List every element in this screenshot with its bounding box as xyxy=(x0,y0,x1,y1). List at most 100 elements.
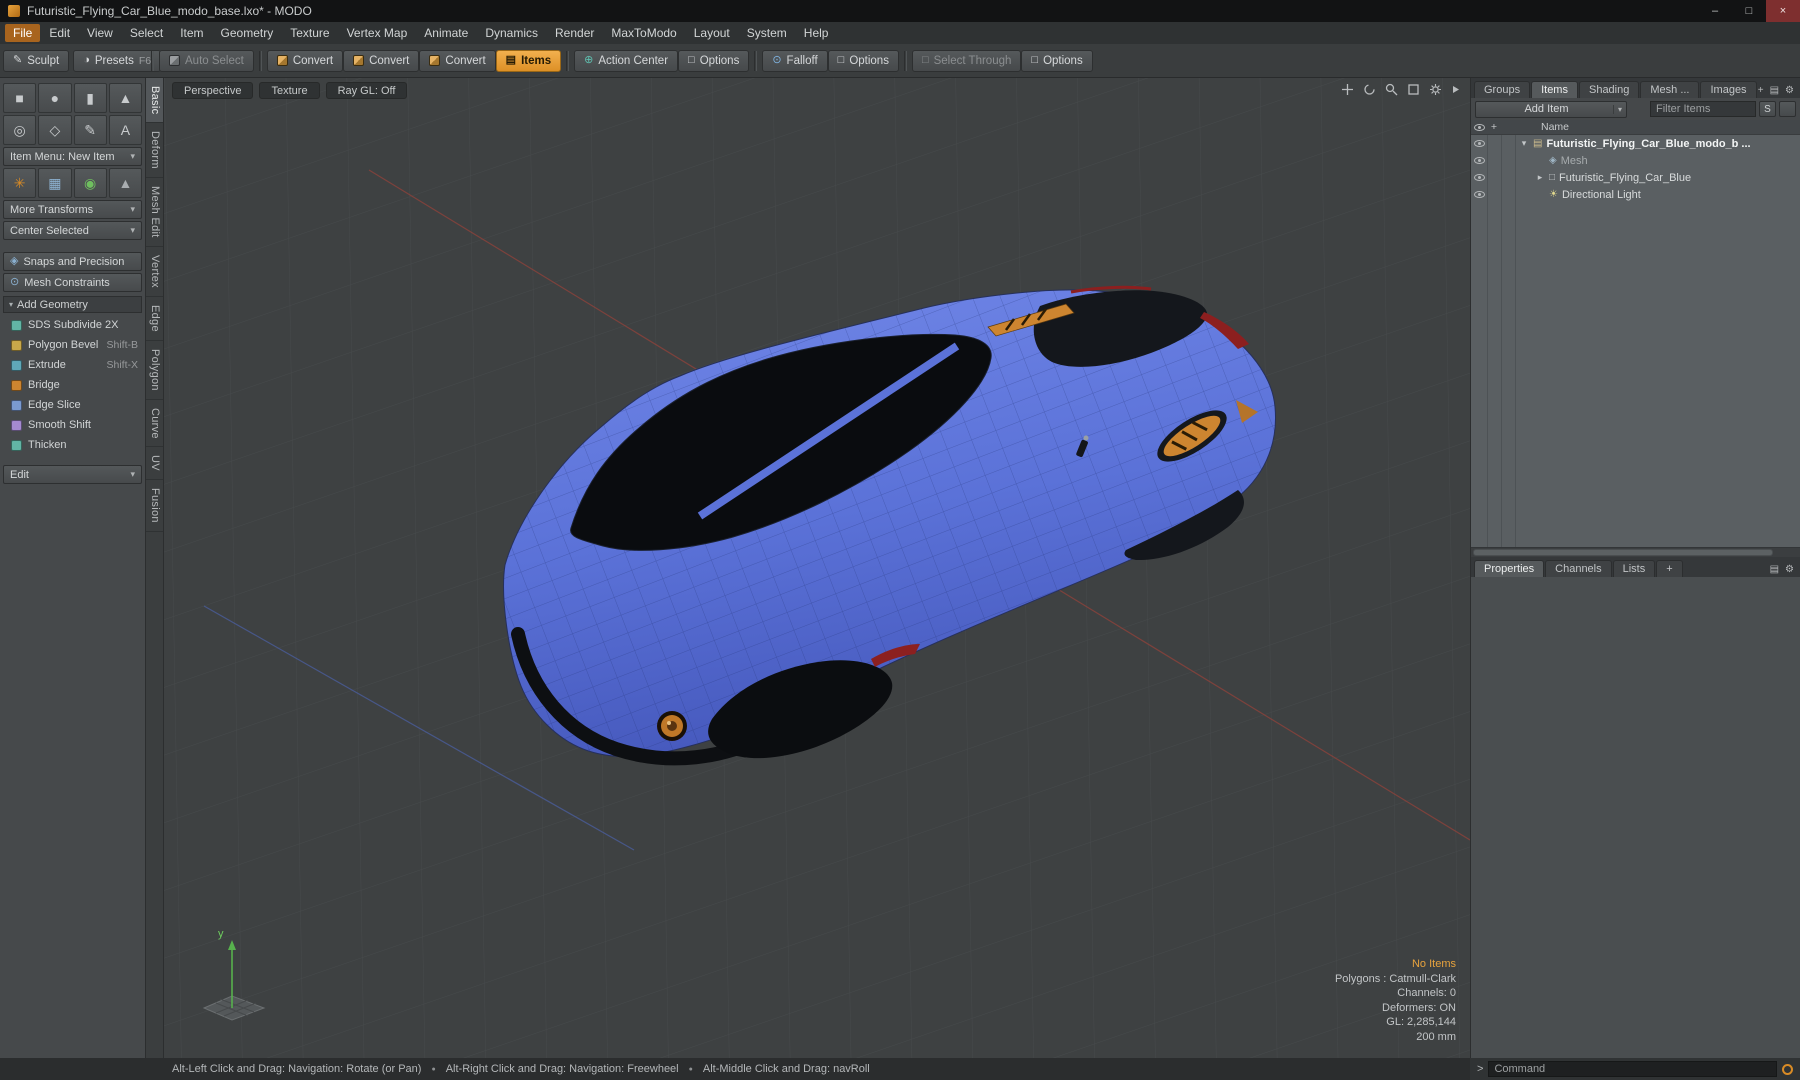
tab-deform[interactable]: Deform xyxy=(146,123,163,179)
tool-thicken[interactable]: Thicken xyxy=(2,435,143,455)
tab-basic[interactable]: Basic xyxy=(146,78,163,124)
tool-edge-slice[interactable]: Edge Slice xyxy=(2,395,143,415)
menu-select[interactable]: Select xyxy=(122,24,171,42)
wire-sphere-item-icon[interactable]: ◉ xyxy=(73,168,107,198)
menu-maxtomodo[interactable]: MaxToModo xyxy=(603,24,684,42)
add-panel-tab[interactable]: + xyxy=(1656,560,1683,577)
action-center-button[interactable]: ⊕ Action Center xyxy=(574,49,679,72)
tab-vertex[interactable]: Vertex xyxy=(146,247,163,297)
expander-open-icon[interactable]: ▾ xyxy=(1519,138,1529,149)
name-column-header[interactable]: Name xyxy=(1515,121,1569,133)
convert-polygon-button[interactable]: Convert xyxy=(419,49,496,72)
tool-polygon-bevel[interactable]: Polygon Bevel Shift-B xyxy=(2,335,143,355)
tab-mesh-edit[interactable]: Mesh Edit xyxy=(146,178,163,247)
visibility-toggle[interactable] xyxy=(1471,174,1487,181)
zoom-icon[interactable] xyxy=(1385,83,1398,96)
panel-gear-icon[interactable]: ⚙ xyxy=(1785,564,1794,575)
items-mode-button[interactable]: ▤ Items xyxy=(495,49,562,72)
more-transforms-dropdown[interactable]: More Transforms ▾ xyxy=(3,200,142,219)
tool-bridge[interactable]: Bridge xyxy=(2,375,143,395)
pen-tool-icon[interactable]: ✎ xyxy=(73,115,107,145)
tab-shading[interactable]: Shading xyxy=(1578,81,1640,98)
tab-uv[interactable]: UV xyxy=(146,447,163,481)
tab-images[interactable]: Images xyxy=(1700,81,1757,98)
sculpt-button[interactable]: ✎ Sculpt xyxy=(3,49,70,72)
visibility-column-header[interactable] xyxy=(1471,123,1487,131)
item-tree-list[interactable]: ▾ ▤ Futuristic_Flying_Car_Blue_modo_b ..… xyxy=(1471,135,1800,547)
mesh-constraints-button[interactable]: ⊙ Mesh Constraints xyxy=(3,273,142,292)
cylinder-primitive-icon[interactable]: ▮ xyxy=(73,83,107,113)
3d-viewport-canvas[interactable] xyxy=(164,78,1470,1058)
item-menu-dropdown[interactable]: Item Menu: New Item ▾ xyxy=(3,147,142,166)
lock-column-header[interactable]: + xyxy=(1487,121,1501,133)
tab-fusion[interactable]: Fusion xyxy=(146,480,163,533)
snaps-and-precision-button[interactable]: ◈ Snaps and Precision xyxy=(3,252,142,271)
tab-groups[interactable]: Groups xyxy=(1474,81,1531,98)
list-icon[interactable]: ▤ xyxy=(1770,85,1779,96)
menu-vertex-map[interactable]: Vertex Map xyxy=(339,24,416,42)
menu-file[interactable]: File xyxy=(5,24,41,42)
maximize-button[interactable]: □ xyxy=(1732,0,1766,22)
tree-row-directional-light[interactable]: ☀ Directional Light xyxy=(1471,186,1800,203)
torus-primitive-icon[interactable]: ◎ xyxy=(3,115,37,145)
search-mode-button[interactable]: S xyxy=(1759,101,1776,117)
menu-help[interactable]: Help xyxy=(796,24,837,42)
viewport-tab-perspective[interactable]: Perspective xyxy=(172,82,254,99)
tab-mesh-ops[interactable]: Mesh ... xyxy=(1640,81,1700,98)
capsule-primitive-icon[interactable]: ◇ xyxy=(38,115,72,145)
tree-row-car-mesh[interactable]: ▸ □ Futuristic_Flying_Car_Blue xyxy=(1471,169,1800,186)
menu-animate[interactable]: Animate xyxy=(416,24,476,42)
add-tab-icon[interactable]: + xyxy=(1758,85,1764,96)
wire-cube-item-icon[interactable]: ▦ xyxy=(38,168,72,198)
settings-gear-icon[interactable] xyxy=(1429,83,1442,96)
tab-lists[interactable]: Lists xyxy=(1612,560,1656,577)
tab-curve[interactable]: Curve xyxy=(146,400,163,448)
menu-geometry[interactable]: Geometry xyxy=(213,24,282,42)
select-through-button[interactable]: □ Select Through xyxy=(911,49,1022,72)
tab-channels[interactable]: Channels xyxy=(1545,560,1612,577)
panel-gear-icon[interactable]: ⚙ xyxy=(1785,85,1794,96)
falloff-button[interactable]: ⊙ Falloff xyxy=(762,49,828,72)
convert-vertex-button[interactable]: Convert xyxy=(266,49,344,72)
tab-items[interactable]: Items xyxy=(1531,81,1578,98)
minimize-button[interactable]: – xyxy=(1698,0,1732,22)
viewport-tab-texture[interactable]: Texture xyxy=(259,82,320,99)
falloff-options-button[interactable]: □ Options xyxy=(827,49,899,72)
tab-properties[interactable]: Properties xyxy=(1474,560,1545,577)
menu-edit[interactable]: Edit xyxy=(41,24,78,42)
cube-primitive-icon[interactable]: ■ xyxy=(3,83,37,113)
cone-primitive-icon[interactable]: ▲ xyxy=(108,83,142,113)
maximize-icon[interactable] xyxy=(1407,83,1420,96)
menu-system[interactable]: System xyxy=(739,24,795,42)
menu-item[interactable]: Item xyxy=(172,24,211,42)
visibility-toggle[interactable] xyxy=(1471,140,1487,147)
particle-item-icon[interactable]: ✳ xyxy=(3,168,37,198)
edit-dropdown[interactable]: Edit ▾ xyxy=(3,465,142,484)
3d-viewport[interactable]: Perspective Texture Ray GL: Off No Items… xyxy=(164,78,1470,1058)
action-center-options-button[interactable]: □ Options xyxy=(678,49,750,72)
menu-texture[interactable]: Texture xyxy=(282,24,337,42)
add-item-button[interactable]: Add Item ▾ xyxy=(1475,100,1627,118)
filter-items-input[interactable] xyxy=(1650,101,1756,117)
filter-options-button[interactable] xyxy=(1779,101,1796,117)
horizontal-scrollbar[interactable] xyxy=(1471,547,1800,557)
tool-sds-subdivide[interactable]: SDS Subdivide 2X xyxy=(2,315,143,335)
command-history-icon[interactable] xyxy=(1782,1063,1793,1075)
menu-view[interactable]: View xyxy=(79,24,121,42)
presets-button[interactable]: ◑ Presets F6 xyxy=(73,49,162,72)
visibility-toggle[interactable] xyxy=(1471,191,1487,198)
viewport-tab-raygl[interactable]: Ray GL: Off xyxy=(325,82,408,99)
center-selected-dropdown[interactable]: Center Selected ▾ xyxy=(3,221,142,240)
scrollbar-thumb[interactable] xyxy=(1473,549,1773,556)
tree-row-mesh[interactable]: ◈ Mesh xyxy=(1471,152,1800,169)
tool-extrude[interactable]: Extrude Shift-X xyxy=(2,355,143,375)
tool-smooth-shift[interactable]: Smooth Shift xyxy=(2,415,143,435)
rotate-icon[interactable] xyxy=(1363,83,1376,96)
close-button[interactable]: × xyxy=(1766,0,1800,22)
command-input[interactable] xyxy=(1488,1061,1777,1077)
visibility-toggle[interactable] xyxy=(1471,157,1487,164)
tab-polygon[interactable]: Polygon xyxy=(146,341,163,400)
tree-row-scene-group[interactable]: ▾ ▤ Futuristic_Flying_Car_Blue_modo_b ..… xyxy=(1471,135,1800,152)
menu-layout[interactable]: Layout xyxy=(686,24,738,42)
menu-dynamics[interactable]: Dynamics xyxy=(477,24,546,42)
